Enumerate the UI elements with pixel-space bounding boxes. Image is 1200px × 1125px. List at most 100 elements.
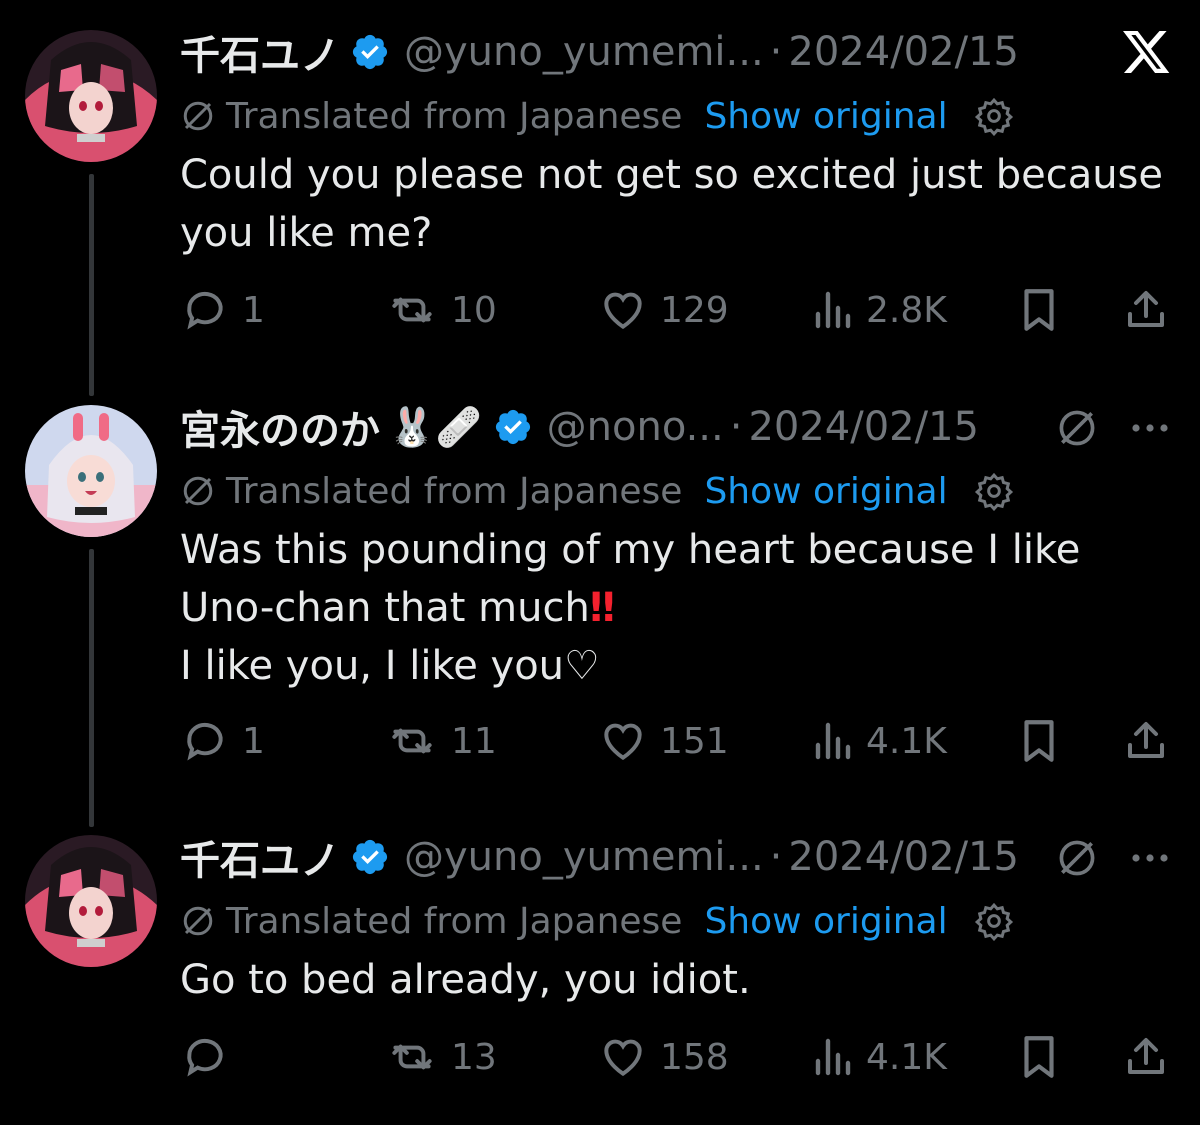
reply-button[interactable]: 1 (180, 711, 265, 771)
translated-label: Translated from Japanese (226, 470, 683, 512)
action-bar: 1 10 129 2.8K (180, 280, 1170, 340)
like-count: 151 (660, 720, 729, 762)
user-handle[interactable]: @yuno_yumemi... (404, 29, 764, 75)
like-count: 129 (660, 289, 729, 331)
bookmark-button[interactable] (1016, 711, 1062, 771)
reply-icon (187, 1039, 223, 1077)
tweet-header: 宮永ののか 🐰🩹 @nono... · 2024/02/15 (180, 399, 979, 455)
verified-badge-icon (350, 837, 390, 877)
show-original-link[interactable]: Show original (704, 901, 947, 942)
name-emoji: 🐰🩹 (388, 404, 483, 449)
bookmark-icon (1024, 720, 1054, 762)
translate-toggle-icon[interactable] (1052, 833, 1102, 883)
tweet-date[interactable]: 2024/02/15 (788, 29, 1019, 75)
like-count: 158 (660, 1036, 729, 1078)
reply-button[interactable] (180, 1027, 242, 1087)
retweet-count: 13 (451, 1036, 497, 1078)
verified-badge-icon (350, 32, 390, 72)
share-icon (1128, 1038, 1164, 1074)
thread-line (89, 174, 94, 396)
tweet-date[interactable]: 2024/02/15 (748, 404, 979, 450)
views-icon (815, 291, 851, 329)
views-icon (815, 1038, 851, 1076)
heart-icon (604, 723, 642, 761)
reply-button[interactable]: 1 (180, 280, 265, 340)
tweet[interactable]: 宮永ののか 🐰🩹 @nono... · 2024/02/15 Translate… (0, 399, 1200, 827)
share-button[interactable] (1122, 280, 1170, 340)
translation-bar: Translated from Japanese Show original (180, 88, 1014, 144)
retweet-count: 11 (451, 720, 497, 762)
tweet-text: Was this pounding of my heart because I … (180, 521, 1180, 695)
show-original-link[interactable]: Show original (704, 471, 947, 512)
tweet-text-line: Uno-chan that much‼ (180, 579, 1180, 637)
bookmark-button[interactable] (1016, 1027, 1062, 1087)
gear-icon[interactable] (974, 471, 1014, 511)
bookmark-icon (1024, 1036, 1054, 1078)
action-bar: 1 11 151 4.1K (180, 711, 1170, 771)
reply-icon (187, 723, 223, 761)
like-button[interactable]: 158 (598, 1027, 729, 1087)
retweet-button[interactable]: 10 (385, 280, 497, 340)
show-original-link[interactable]: Show original (704, 96, 947, 137)
action-bar: 13 158 4.1K (180, 1027, 1170, 1087)
share-button[interactable] (1122, 711, 1170, 771)
display-name[interactable]: 宮永ののか (180, 398, 380, 456)
tweet-header: 千石ユノ @yuno_yumemi... · 2024/02/15 (180, 24, 1019, 80)
retweet-button[interactable]: 11 (385, 711, 497, 771)
gear-icon[interactable] (974, 96, 1014, 136)
view-count: 2.8K (866, 289, 947, 331)
tweet[interactable]: 千石ユノ @yuno_yumemi... · 2024/02/15 Transl… (0, 829, 1200, 1109)
gear-icon[interactable] (974, 901, 1014, 941)
translated-label: Translated from Japanese (226, 900, 683, 942)
retweet-icon (392, 1044, 432, 1070)
like-button[interactable]: 129 (598, 280, 729, 340)
views-button[interactable]: 2.8K (810, 280, 947, 340)
translation-bar: Translated from Japanese Show original (180, 463, 1014, 519)
heart-icon (604, 292, 642, 330)
avatar[interactable] (25, 835, 157, 967)
tweet-text-segment: Uno-chan that much (180, 585, 590, 631)
like-button[interactable]: 151 (598, 711, 729, 771)
thread-line (89, 549, 94, 827)
user-handle[interactable]: @yuno_yumemi... (404, 834, 764, 880)
view-count: 4.1K (866, 720, 947, 762)
translate-toggle-icon[interactable] (1052, 403, 1102, 453)
reply-icon (187, 292, 223, 330)
retweet-button[interactable]: 13 (385, 1027, 497, 1087)
share-icon (1128, 291, 1164, 327)
translate-icon (180, 98, 216, 134)
view-count: 4.1K (866, 1036, 947, 1078)
verified-badge-icon (493, 407, 533, 447)
views-button[interactable]: 4.1K (810, 711, 947, 771)
tweet-text-line: you like me? (180, 210, 433, 256)
bookmark-icon (1024, 289, 1054, 331)
tweet-date[interactable]: 2024/02/15 (788, 834, 1019, 880)
retweet-count: 10 (451, 289, 497, 331)
tweet-header: 千石ユノ @yuno_yumemi... · 2024/02/15 (180, 829, 1019, 885)
bookmark-button[interactable] (1016, 280, 1062, 340)
tweet-text: Go to bed already, you idiot. (180, 951, 1180, 1009)
avatar[interactable] (25, 30, 157, 162)
avatar[interactable] (25, 405, 157, 537)
translation-bar: Translated from Japanese Show original (180, 893, 1014, 949)
separator-dot: · (769, 29, 783, 75)
heart-icon (604, 1039, 642, 1077)
reply-count: 1 (242, 289, 265, 331)
translate-icon (180, 903, 216, 939)
user-handle[interactable]: @nono... (547, 404, 724, 450)
display-name[interactable]: 千石ユノ (180, 828, 340, 886)
tweet-text-line: Was this pounding of my heart because I … (180, 527, 1081, 573)
retweet-icon (392, 728, 432, 754)
translate-icon (180, 473, 216, 509)
more-icon[interactable] (1126, 403, 1174, 453)
views-icon (815, 722, 851, 760)
tweet[interactable]: 千石ユノ @yuno_yumemi... · 2024/02/15 Transl… (0, 24, 1200, 396)
translated-label: Translated from Japanese (226, 95, 683, 137)
double-exclamation-emoji: ‼ (589, 585, 615, 631)
more-icon[interactable] (1126, 833, 1174, 883)
share-button[interactable] (1122, 1027, 1170, 1087)
x-logo-icon (1120, 28, 1174, 78)
views-button[interactable]: 4.1K (810, 1027, 947, 1087)
display-name[interactable]: 千石ユノ (180, 23, 340, 81)
tweet-text-line: Could you please not get so excited just… (180, 152, 1164, 198)
